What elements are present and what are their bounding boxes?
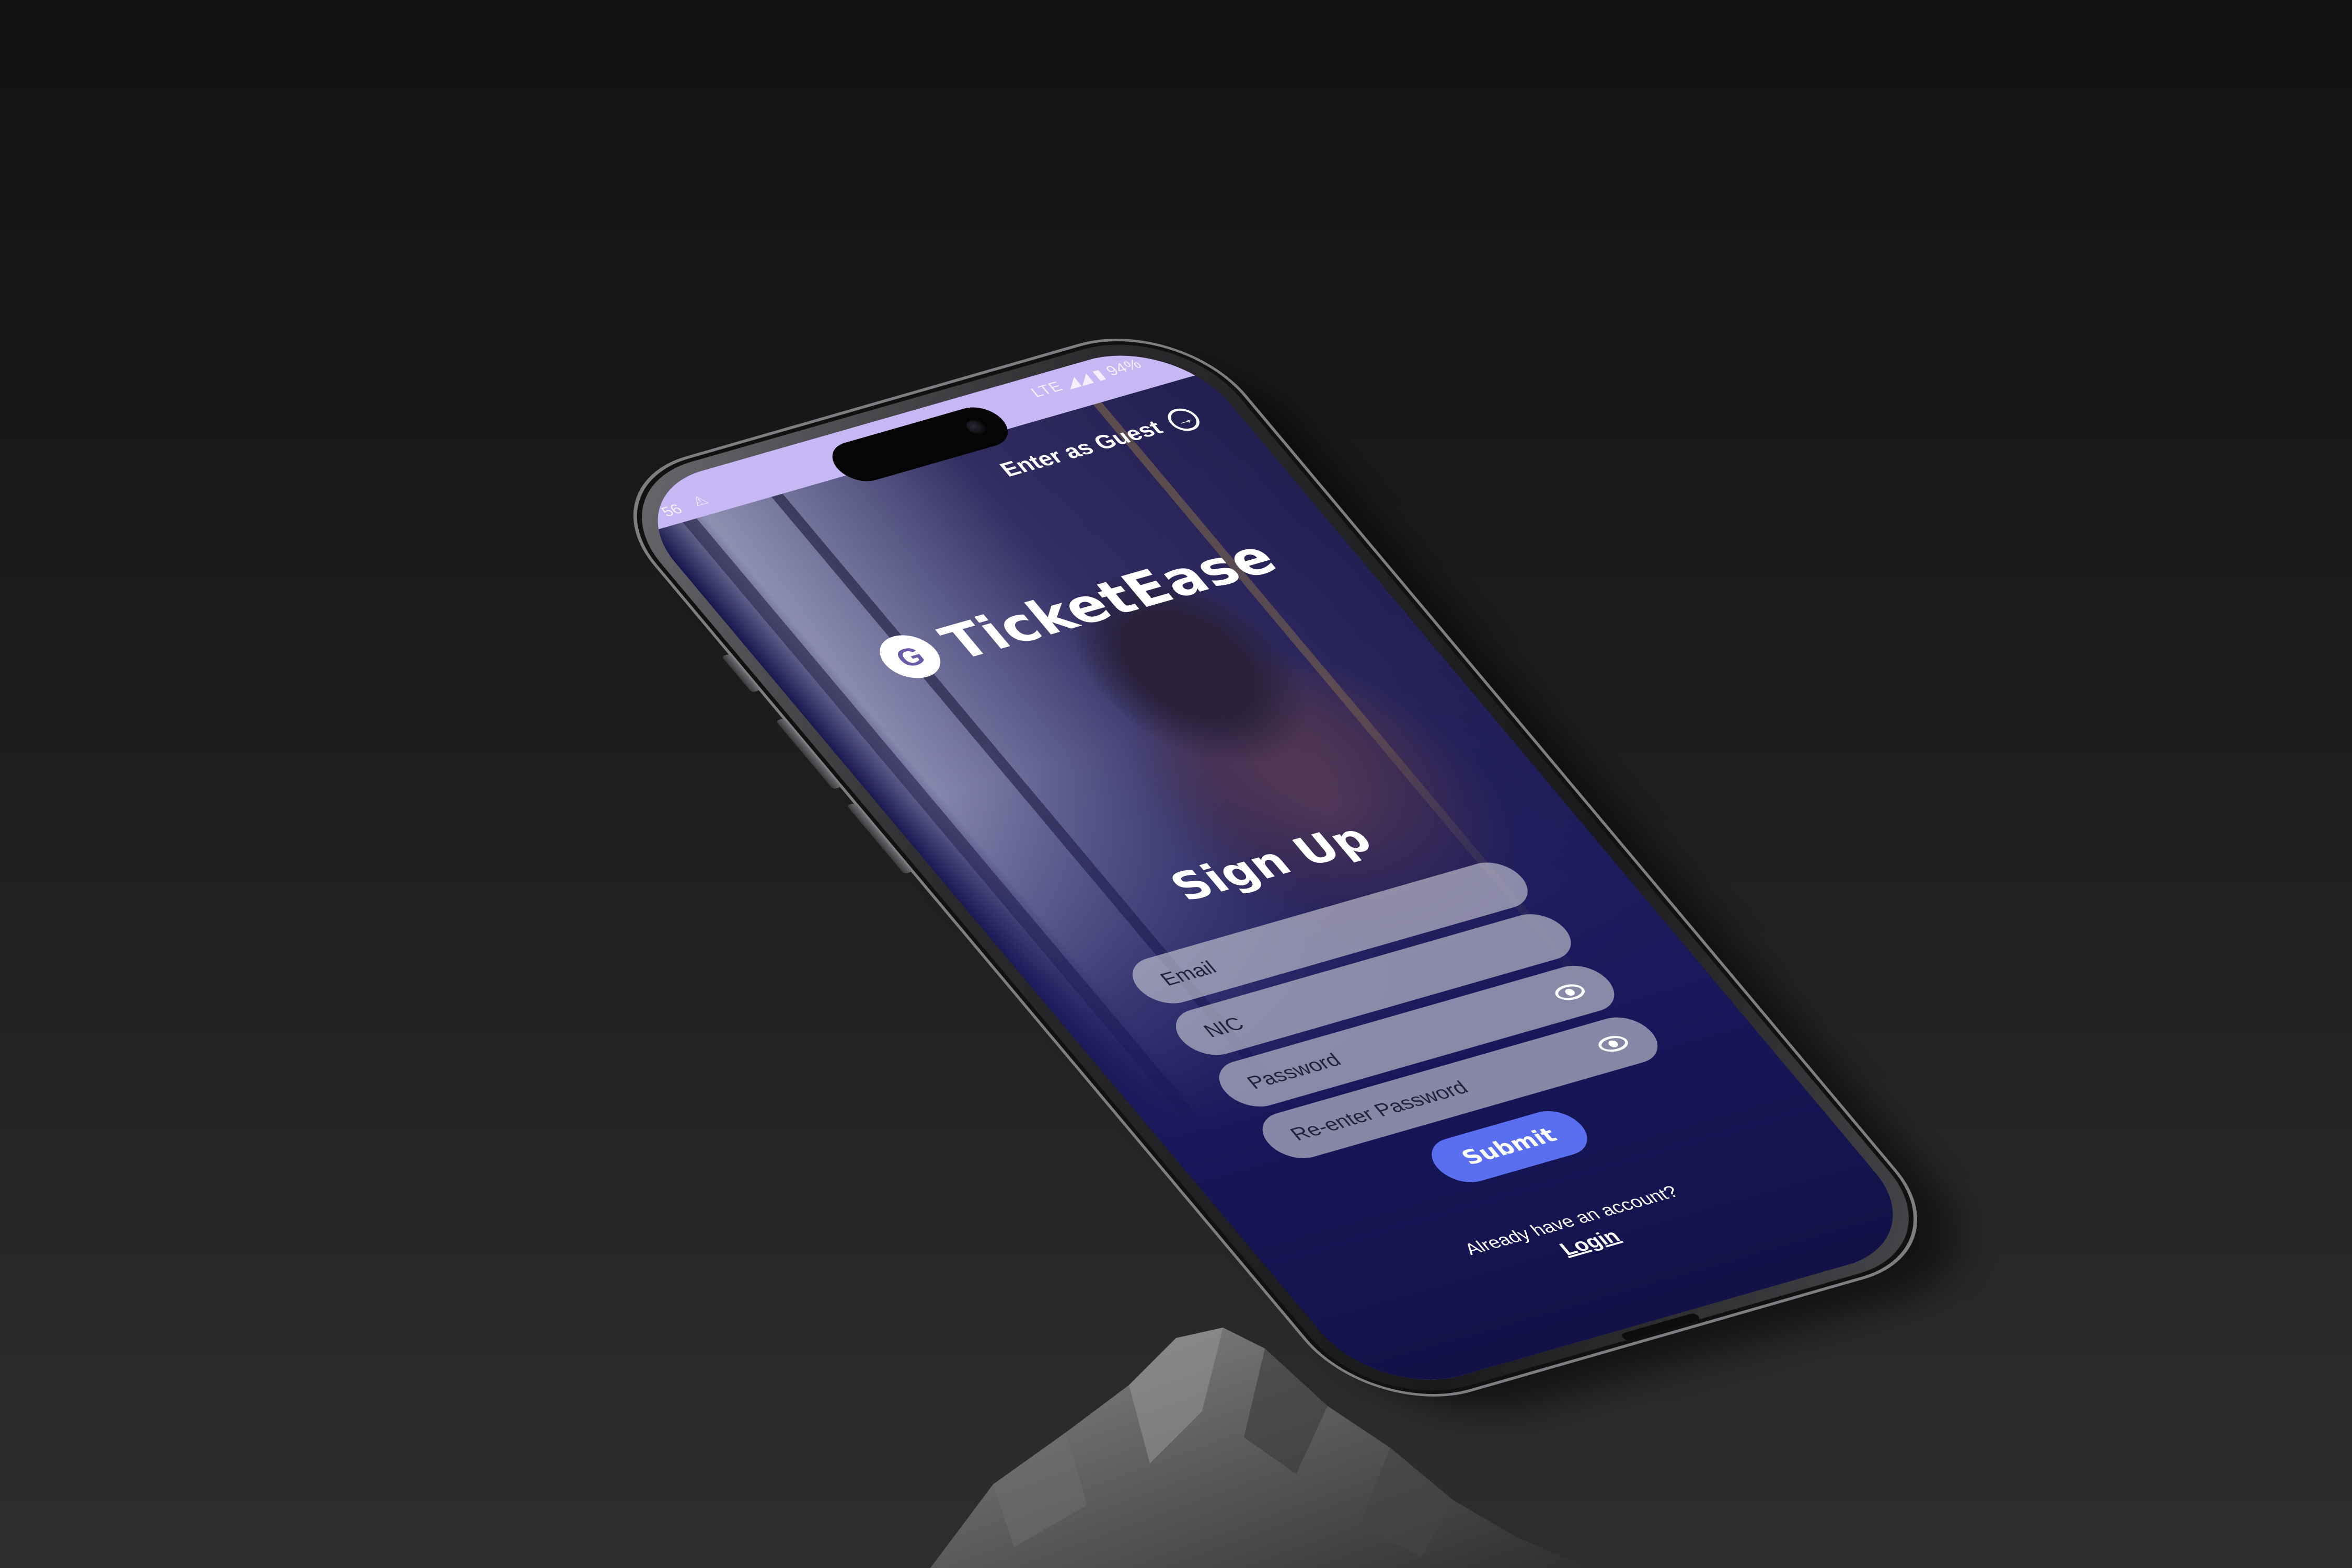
phone-device: 56 ⚠ LTE ◢◢ ▮ 94% Enter as Guest → G Tic… bbox=[586, 315, 2005, 1436]
status-time: 56 bbox=[658, 501, 686, 520]
signal-icon: ◢◢ bbox=[1060, 371, 1096, 391]
action-button bbox=[721, 654, 760, 693]
front-camera-icon bbox=[962, 418, 990, 436]
mockup-scene: 56 ⚠ LTE ◢◢ ▮ 94% Enter as Guest → G Tic… bbox=[0, 0, 2352, 1568]
phone-frame: 56 ⚠ LTE ◢◢ ▮ 94% Enter as Guest → G Tic… bbox=[586, 315, 1965, 1421]
warning-triangle-icon: ⚠ bbox=[688, 492, 711, 509]
phone-screen: 56 ⚠ LTE ◢◢ ▮ 94% Enter as Guest → G Tic… bbox=[618, 336, 1932, 1400]
status-right-group: LTE ◢◢ ▮ 94% bbox=[1027, 356, 1146, 401]
battery-level: 94% bbox=[1102, 356, 1146, 379]
network-type: LTE bbox=[1027, 378, 1067, 400]
